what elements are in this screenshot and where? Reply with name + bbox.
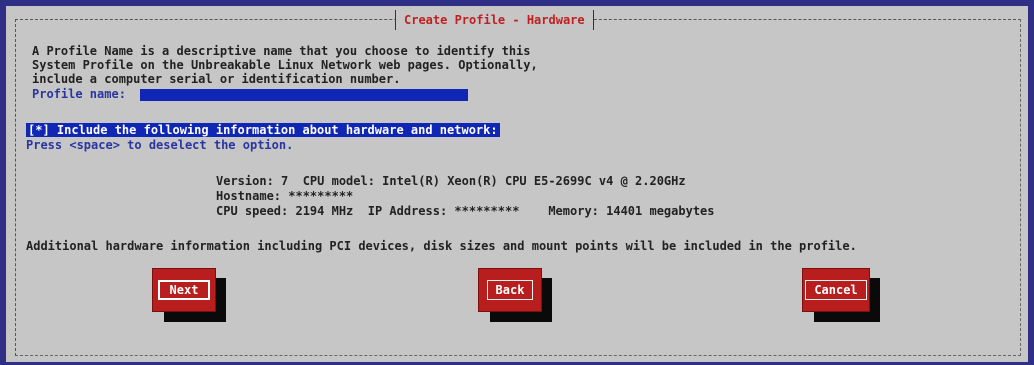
version-cpu-model-info: Version: 7 CPU model: Intel(R) Xeon(R) C… [216,174,686,188]
profile-name-label: Profile name: [32,87,126,101]
profile-name-input[interactable] [140,89,468,101]
intro-text-line-3: include a computer serial or identificat… [32,72,401,86]
cpu-speed-ip-memory-info: CPU speed: 2194 MHz IP Address: ********… [216,204,715,218]
create-profile-dialog: Create Profile - Hardware A Profile Name… [6,6,1028,362]
include-hardware-checkbox[interactable]: [*] Include the following information ab… [26,123,500,137]
checkbox-help-text: Press <space> to deselect the option. [26,138,294,152]
back-button[interactable]: Back [478,268,542,312]
cancel-button[interactable]: Cancel [802,268,870,312]
cancel-button-label: Cancel [805,280,867,300]
hostname-info: Hostname: ********* [216,189,354,203]
additional-info-text: Additional hardware information includin… [26,239,857,253]
next-button-label: Next [157,280,211,300]
next-button[interactable]: Next [152,268,216,312]
back-button-label: Back [486,280,534,300]
intro-text-line-1: A Profile Name is a descriptive name tha… [32,44,531,58]
intro-text-line-2: System Profile on the Unbreakable Linux … [32,58,538,72]
dialog-title: Create Profile - Hardware [395,10,594,30]
